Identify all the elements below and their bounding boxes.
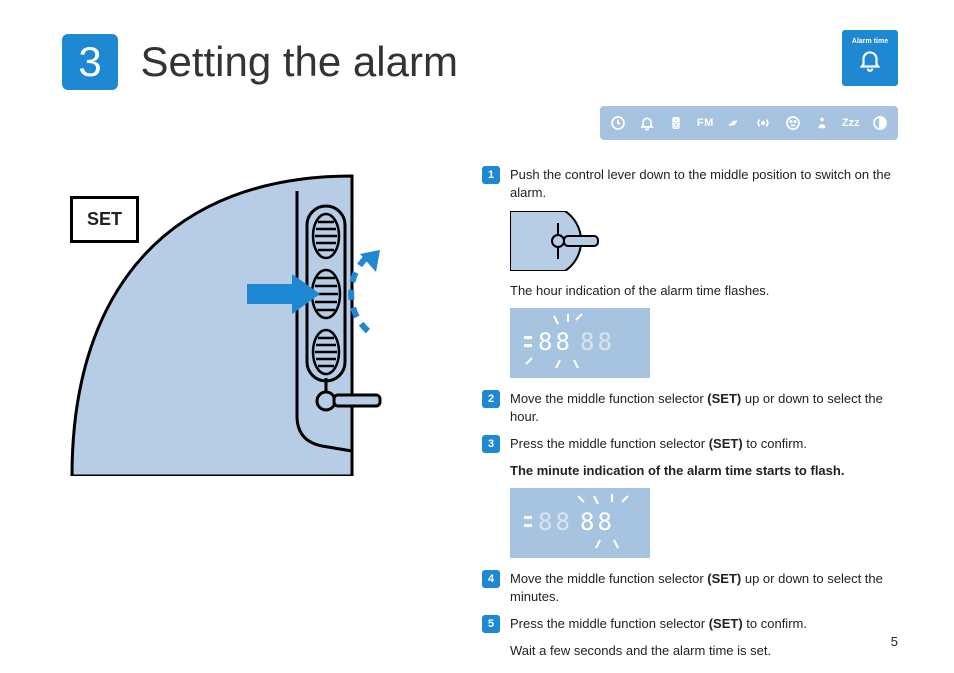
device-set-selector-figure: SET — [62, 166, 442, 476]
step-3: 3 Press the middle function selector (SE… — [482, 435, 898, 453]
fm-label: FM — [694, 112, 716, 134]
alarm-time-mode-label: Alarm time — [852, 38, 888, 45]
step-5: 5 Press the middle function selector (SE… — [482, 615, 898, 633]
step-2-text: Move the middle function selector (SET) … — [510, 390, 898, 425]
step-5-text: Press the middle function selector (SET)… — [510, 615, 807, 633]
display-minute-digits: 88 — [580, 328, 615, 356]
step-4: 4 Move the middle function selector (SET… — [482, 570, 898, 605]
step-1-lever-figure — [510, 211, 898, 271]
note-after-step-1: The hour indication of the alarm time fl… — [510, 283, 898, 298]
step-4-number: 4 — [482, 570, 500, 588]
bell-icon — [636, 112, 658, 134]
step-4-text: Move the middle function selector (SET) … — [510, 570, 898, 605]
step-2: 2 Move the middle function selector (SET… — [482, 390, 898, 425]
bell-icon — [857, 47, 883, 78]
display-hour-flash-figure: 88 88 — [510, 308, 898, 378]
step-1: 1 Push the control lever down to the mid… — [482, 166, 898, 201]
step-3-text: Press the middle function selector (SET)… — [510, 435, 807, 453]
snooze-zzz-icon: Zzz — [840, 112, 862, 134]
note-after-step-5: Wait a few seconds and the alarm time is… — [510, 643, 898, 658]
step-1-number: 1 — [482, 166, 500, 184]
step-5-number: 5 — [482, 615, 500, 633]
display-hour-digits: 88 — [538, 328, 573, 356]
step-1-text: Push the control lever down to the middl… — [510, 166, 898, 201]
page-number: 5 — [891, 634, 898, 649]
chapter-title: Setting the alarm — [140, 38, 458, 86]
clock-icon — [607, 112, 629, 134]
face-icon — [782, 112, 804, 134]
svg-text:88: 88 — [580, 508, 615, 536]
bird-icon — [723, 112, 745, 134]
mode-icon-row: FM Zzz — [600, 106, 898, 140]
step-3-number: 3 — [482, 435, 500, 453]
person-icon — [811, 112, 833, 134]
alarm-time-mode-badge: Alarm time — [842, 30, 898, 86]
note-after-step-3: The minute indication of the alarm time … — [510, 463, 898, 478]
chapter-number-badge: 3 — [62, 34, 118, 90]
svg-text:88: 88 — [538, 508, 573, 536]
display-minute-flash-figure: 88 88 — [510, 488, 898, 558]
contrast-icon — [869, 112, 891, 134]
radio-signal-icon — [752, 112, 774, 134]
mp3-player-icon — [665, 112, 687, 134]
set-label: SET — [70, 196, 139, 243]
step-2-number: 2 — [482, 390, 500, 408]
